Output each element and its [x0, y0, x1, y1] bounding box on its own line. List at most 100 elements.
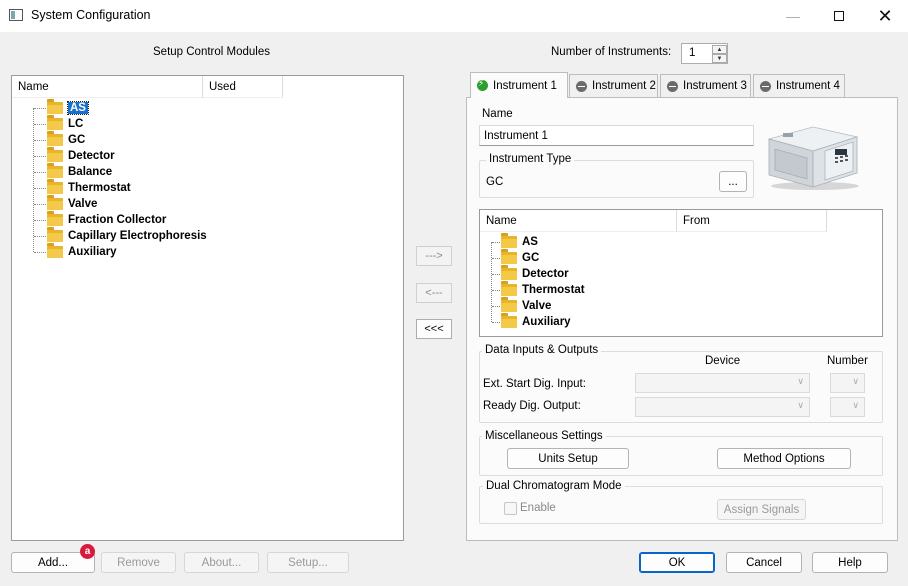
column-header-name[interactable]: Name [12, 76, 203, 98]
folder-icon [47, 115, 63, 130]
annotation-badge: a [80, 544, 95, 559]
tab-label: Instrument 1 [493, 79, 557, 92]
ready-device-select[interactable]: ∨ [635, 397, 810, 417]
tab-instrument-2[interactable]: Instrument 2 [569, 74, 658, 97]
assigned-module-auxiliary[interactable]: Auxiliary [492, 313, 571, 330]
ext-start-number-select[interactable]: ∨ [830, 373, 865, 393]
enable-checkbox[interactable] [504, 502, 517, 515]
remove-button[interactable]: Remove [101, 552, 176, 573]
module-label: AS [522, 236, 538, 248]
tree-item-as[interactable]: AS [34, 99, 89, 116]
tab-label: Instrument 4 [776, 80, 840, 92]
maximize-button[interactable] [816, 0, 862, 32]
ext-start-device-select[interactable]: ∨ [635, 373, 810, 393]
help-button[interactable]: Help [812, 552, 888, 573]
folder-icon [47, 147, 63, 162]
instrument-name-input[interactable]: Instrument 1 [479, 125, 754, 146]
module-label: GC [522, 252, 540, 264]
inactive-instrument-icon [667, 80, 678, 92]
minimize-button[interactable]: — [770, 0, 816, 32]
folder-icon [47, 99, 63, 114]
assigned-module-valve[interactable]: Valve [492, 297, 552, 314]
remove-module-button[interactable]: <--- [416, 283, 452, 303]
units-setup-button[interactable]: Units Setup [507, 448, 629, 469]
modules-tree[interactable]: Name Used AS LC GC Detector Balance Ther… [11, 75, 404, 541]
spin-up-button[interactable]: ▲ [712, 45, 727, 54]
instrument-count-spinner[interactable]: 1 ▲ ▼ [681, 43, 728, 64]
minimize-icon: — [786, 8, 800, 24]
column-header-from[interactable]: From [677, 210, 827, 232]
module-label: Thermostat [522, 284, 585, 296]
column-header-name[interactable]: Name [480, 210, 677, 232]
module-label: Detector [522, 268, 569, 280]
about-button[interactable]: About... [184, 552, 259, 573]
spin-down-button[interactable]: ▼ [712, 54, 727, 63]
ready-number-select[interactable]: ∨ [830, 397, 865, 417]
tree-item-auxiliary[interactable]: Auxiliary [34, 243, 117, 260]
tree-item-gc[interactable]: GC [34, 131, 85, 148]
name-label: Name [482, 108, 513, 120]
tree-item-label: LC [68, 118, 84, 130]
folder-icon [501, 313, 517, 328]
ext-start-input-label: Ext. Start Dig. Input: [483, 378, 586, 390]
chevron-down-icon: ∨ [852, 376, 859, 386]
tree-item-fraction-collector[interactable]: Fraction Collector [34, 211, 167, 228]
column-header-used[interactable]: Used [203, 76, 283, 98]
folder-icon [501, 249, 517, 264]
remove-all-modules-button[interactable]: <<< [416, 319, 452, 339]
tree-item-valve[interactable]: Valve [34, 195, 98, 212]
assigned-module-gc[interactable]: GC [492, 249, 540, 266]
instrument-count-label: Number of Instruments: [551, 46, 672, 58]
tree-item-thermostat[interactable]: Thermostat [34, 179, 131, 196]
folder-icon [47, 243, 63, 258]
instrument-type-value: GC [486, 176, 504, 188]
tree-item-label: Fraction Collector [68, 214, 167, 226]
method-options-button[interactable]: Method Options [717, 448, 851, 469]
chevron-down-icon: ∨ [852, 400, 859, 410]
assigned-module-as[interactable]: AS [492, 233, 538, 250]
device-header: Device [705, 355, 741, 367]
folder-icon [47, 131, 63, 146]
ready-output-label: Ready Dig. Output: [483, 400, 581, 412]
number-header: Number [827, 355, 868, 367]
chevron-down-icon: ∨ [797, 400, 804, 410]
active-instrument-icon [477, 78, 488, 91]
tab-instrument-4[interactable]: Instrument 4 [753, 74, 845, 97]
tree-item-capillary-electrophoresis[interactable]: Capillary Electrophoresis [34, 227, 207, 244]
misc-settings-label: Miscellaneous Settings [482, 430, 606, 442]
tree-item-balance[interactable]: Balance [34, 163, 113, 180]
module-label: Valve [522, 300, 552, 312]
dual-chromatogram-label: Dual Chromatogram Mode [483, 480, 625, 492]
instrument-count-value: 1 [689, 47, 696, 59]
assigned-module-detector[interactable]: Detector [492, 265, 569, 282]
setup-button[interactable]: Setup... [267, 552, 349, 573]
folder-icon [47, 195, 63, 210]
assigned-module-thermostat[interactable]: Thermostat [492, 281, 585, 298]
folder-icon [47, 179, 63, 194]
tree-item-lc[interactable]: LC [34, 115, 84, 132]
assign-signals-button[interactable]: Assign Signals [717, 499, 806, 520]
folder-icon [47, 211, 63, 226]
tree-item-label: AS [67, 101, 89, 115]
add-module-button[interactable]: ---> [416, 246, 452, 266]
close-button[interactable]: ✕ [862, 0, 908, 32]
data-io-label: Data Inputs & Outputs [482, 344, 602, 356]
arrow-down-icon: ▼ [716, 55, 723, 62]
tree-item-detector[interactable]: Detector [34, 147, 115, 164]
instrument-type-browse-button[interactable]: ... [719, 171, 747, 192]
folder-icon [501, 281, 517, 296]
folder-icon [501, 265, 517, 280]
ok-button[interactable]: OK [639, 552, 715, 573]
close-icon: ✕ [877, 5, 893, 26]
tree-item-label: Valve [68, 198, 98, 210]
tree-item-label: Balance [68, 166, 113, 178]
tab-instrument-1[interactable]: Instrument 1 [470, 72, 568, 98]
cancel-button[interactable]: Cancel [726, 552, 802, 573]
enable-label: Enable [520, 502, 556, 514]
assigned-modules-tree[interactable]: Name From AS GC Detector Thermostat Valv… [479, 209, 883, 337]
tree-item-label: Thermostat [68, 182, 131, 194]
title-bar: System Configuration — ✕ [0, 0, 908, 32]
instrument-tab-panel: Name Instrument 1 Instrument Type GC ...… [466, 97, 898, 541]
tree-item-label: Capillary Electrophoresis [68, 230, 207, 242]
tab-instrument-3[interactable]: Instrument 3 [660, 74, 751, 97]
